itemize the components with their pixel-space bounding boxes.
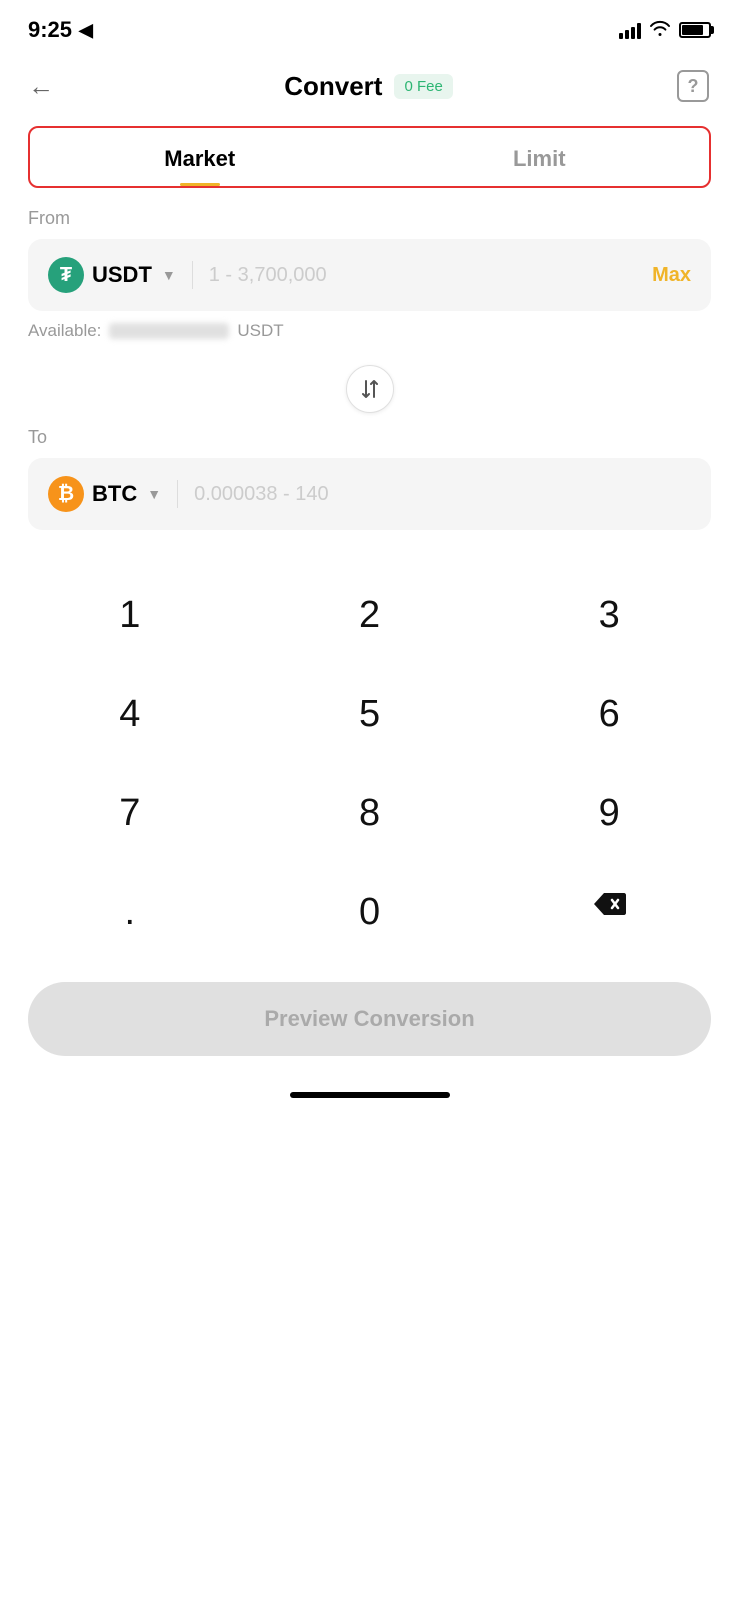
to-chevron-icon: ▼ [147, 486, 161, 502]
key-0[interactable]: 0 [250, 867, 490, 958]
tab-switcher: Market Limit [28, 126, 711, 188]
numpad-row-1: 1 2 3 [10, 570, 729, 661]
help-icon: ? [677, 70, 709, 102]
key-1[interactable]: 1 [10, 570, 250, 661]
status-bar: 9:25 ◀ [0, 0, 739, 54]
from-amount-input[interactable]: 1 - 3,700,000 [209, 264, 640, 287]
key-6[interactable]: 6 [489, 669, 729, 760]
usdt-icon: ₮ [48, 257, 84, 293]
header-center: Convert 0 Fee [284, 71, 453, 102]
to-amount-display: 0.000038 - 140 [194, 483, 691, 506]
time-display: 9:25 [28, 17, 72, 43]
back-arrow-icon: ← [28, 71, 54, 101]
from-currency-selector[interactable]: ₮ USDT ▼ [48, 257, 176, 293]
fee-badge: 0 Fee [394, 74, 452, 99]
from-label: From [0, 208, 739, 229]
tab-limit[interactable]: Limit [370, 128, 710, 186]
key-5[interactable]: 5 [250, 669, 490, 760]
available-label: Available: [28, 321, 101, 341]
battery-icon [679, 22, 711, 38]
key-delete[interactable] [489, 867, 729, 958]
from-chevron-icon: ▼ [162, 267, 176, 283]
home-bar [290, 1092, 450, 1098]
swap-icon [359, 378, 381, 400]
signal-icon [619, 21, 641, 39]
page-title: Convert [284, 71, 382, 102]
available-row: Available: USDT [0, 311, 739, 351]
numpad-row-2: 4 5 6 [10, 669, 729, 760]
key-3[interactable]: 3 [489, 570, 729, 661]
key-7[interactable]: 7 [10, 768, 250, 859]
to-label: To [0, 427, 739, 448]
tab-market[interactable]: Market [30, 128, 370, 186]
back-button[interactable]: ← [20, 63, 62, 110]
status-time: 9:25 ◀ [28, 17, 93, 43]
key-4[interactable]: 4 [10, 669, 250, 760]
swap-button-container [0, 365, 739, 413]
from-currency-row: ₮ USDT ▼ 1 - 3,700,000 Max [28, 239, 711, 311]
key-2[interactable]: 2 [250, 570, 490, 661]
from-currency-name: USDT [92, 262, 152, 288]
header: ← Convert 0 Fee ? [0, 54, 739, 118]
to-currency-name: BTC [92, 481, 137, 507]
tab-active-indicator [180, 183, 220, 186]
btc-icon: ₿ [48, 476, 84, 512]
available-currency: USDT [237, 321, 283, 341]
numpad-row-3: 7 8 9 [10, 768, 729, 859]
status-icons [619, 19, 711, 42]
delete-icon [592, 891, 626, 917]
to-currency-row: ₿ BTC ▼ 0.000038 - 140 [28, 458, 711, 530]
numpad-row-4: . 0 [10, 867, 729, 958]
to-currency-selector[interactable]: ₿ BTC ▼ [48, 476, 161, 512]
to-divider [177, 480, 178, 508]
available-amount-blurred [109, 323, 229, 339]
max-button[interactable]: Max [652, 264, 691, 287]
home-indicator [0, 1076, 739, 1108]
help-button[interactable]: ? [675, 68, 711, 104]
key-decimal[interactable]: . [10, 867, 250, 958]
swap-button[interactable] [346, 365, 394, 413]
location-icon: ◀ [79, 20, 93, 41]
numpad: 1 2 3 4 5 6 7 8 9 . 0 [0, 570, 739, 958]
key-9[interactable]: 9 [489, 768, 729, 859]
key-8[interactable]: 8 [250, 768, 490, 859]
wifi-icon [649, 19, 671, 42]
preview-conversion-button[interactable]: Preview Conversion [28, 982, 711, 1056]
divider [192, 261, 193, 289]
